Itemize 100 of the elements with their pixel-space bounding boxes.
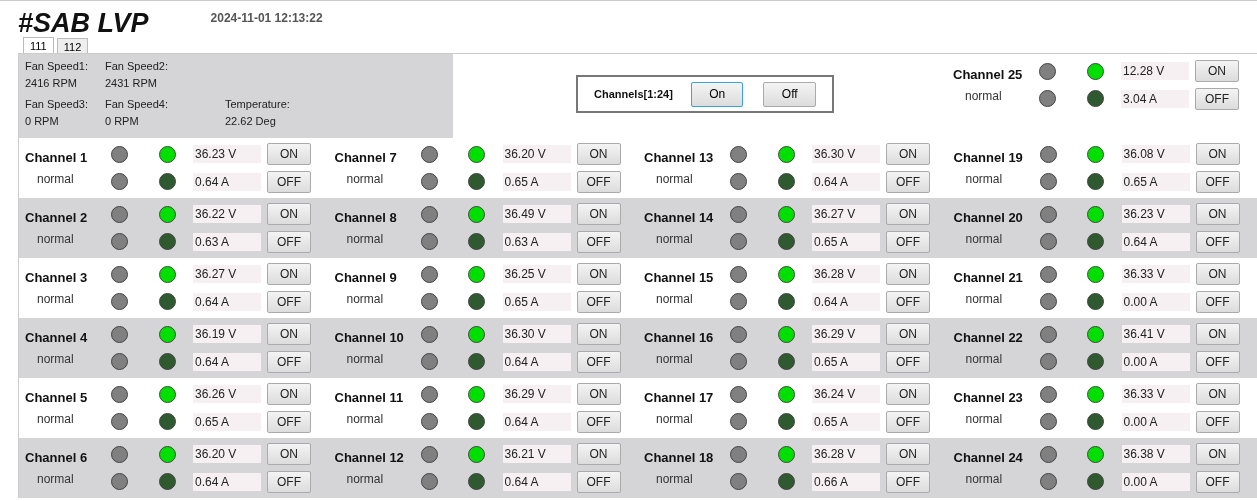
toggle-button[interactable]: ON [1195,60,1239,82]
toggle-button[interactable]: OFF [1195,471,1240,493]
toggle-button[interactable]: OFF [576,231,621,253]
toggle-button[interactable]: ON [576,263,621,285]
voltage-field: 36.26 V [193,385,261,403]
voltage-field: 36.30 V [502,325,571,343]
toggle-button[interactable]: ON [576,443,621,465]
current-field: 0.64 A [1121,233,1190,251]
channel-status: normal [36,171,74,189]
toggle-button[interactable]: OFF [576,171,621,193]
channel-name: Channel 13 [644,148,714,167]
toggle-button[interactable]: OFF [886,351,930,373]
toggle-button[interactable]: ON [886,323,930,345]
off-button[interactable]: Off [763,81,816,107]
tab[interactable]: 111 [23,37,54,53]
current-field: 0.65 A [193,413,261,431]
toggle-button[interactable]: ON [1195,323,1240,345]
voltage-field: 36.41 V [1121,325,1190,343]
toggle-button[interactable]: ON [267,263,311,285]
on-button[interactable]: On [690,81,744,107]
toggle-button[interactable]: OFF [1195,88,1239,110]
sensor-value: 0 RPM [105,113,140,129]
toggle-button[interactable]: ON [886,383,930,405]
toggle-button[interactable]: OFF [1195,411,1240,433]
current-field: 0.00 A [1121,473,1190,491]
toggle-button[interactable]: ON [576,323,621,345]
timestamp: 2024-11-01 12:13:22 [210,10,323,27]
toggle-button[interactable]: ON [886,443,930,465]
channel-status: normal [345,171,384,189]
sensor-value: 2416 RPM [25,75,78,91]
channel-name: Channel 20 [953,208,1023,227]
toggle-button[interactable]: OFF [886,231,930,253]
toggle-button[interactable]: OFF [576,411,621,433]
channel-status: normal [36,471,74,489]
toggle-button[interactable]: ON [267,143,311,165]
voltage-field: 36.25 V [502,265,571,283]
current-field: 0.66 A [812,473,880,491]
channel-status: normal [345,291,384,309]
toggle-button[interactable]: OFF [576,351,621,373]
sensor-value: 0 RPM [25,113,60,129]
page-title: #SAB LVP [18,10,149,37]
current-field: 0.64 A [193,353,261,371]
channel-status: normal [655,291,693,309]
toggle-button[interactable]: OFF [267,231,311,253]
toggle-button[interactable]: OFF [267,471,311,493]
toggle-button[interactable]: ON [1195,443,1240,465]
toggle-button[interactable]: ON [1195,143,1240,165]
toggle-button[interactable]: ON [267,203,311,225]
toggle-button[interactable]: OFF [267,411,311,433]
toggle-button[interactable]: OFF [267,291,311,313]
toggle-button[interactable]: OFF [886,471,930,493]
sensor-value: 2431 RPM [105,75,158,91]
voltage-field: 12.28 V [1121,62,1189,80]
toggle-button[interactable]: ON [886,143,930,165]
toggle-button[interactable]: ON [1195,383,1240,405]
toggle-button[interactable]: OFF [1195,291,1240,313]
toggle-button[interactable]: ON [1195,203,1240,225]
current-field: 0.65 A [502,293,571,311]
toggle-button[interactable]: OFF [1195,351,1240,373]
channel-name: Channel 12 [334,448,404,467]
toggle-button[interactable]: ON [576,143,621,165]
toggle-button[interactable]: ON [886,263,930,285]
voltage-field: 36.08 V [1121,145,1190,163]
channel-status: normal [655,171,693,189]
toggle-button[interactable]: OFF [267,171,311,193]
channel-name: Channel 15 [644,268,714,287]
toggle-button[interactable]: OFF [886,291,930,313]
toggle-button[interactable]: ON [267,323,311,345]
toggle-button[interactable]: OFF [886,411,930,433]
current-field: 0.64 A [502,353,571,371]
current-field: 0.64 A [193,173,261,191]
sensor-label: Fan Speed2: [105,59,169,74]
toggle-button[interactable]: OFF [1195,231,1240,253]
toggle-button[interactable]: OFF [576,291,621,313]
toggle-button[interactable]: OFF [576,471,621,493]
toggle-button[interactable]: ON [886,203,930,225]
toggle-button[interactable]: ON [267,443,311,465]
toggle-button[interactable]: ON [576,203,621,225]
current-field: 0.65 A [812,233,880,251]
channel-name: Channel 22 [953,328,1023,347]
voltage-field: 36.30 V [812,145,880,163]
toggle-button[interactable]: OFF [267,351,311,373]
channel-name: Channel 17 [644,388,714,407]
channel-status: normal [964,411,1003,429]
toggle-button[interactable]: ON [576,383,621,405]
channel-status: normal [345,231,384,249]
toggle-button[interactable]: ON [267,383,311,405]
toggle-button[interactable]: ON [1195,263,1240,285]
channel-name: Channel 21 [953,268,1023,287]
current-field: 0.63 A [193,233,261,251]
current-field: 0.00 A [1121,413,1190,431]
tab[interactable]: 112 [56,38,89,53]
voltage-field: 36.28 V [812,445,880,463]
toggle-button[interactable]: OFF [1195,171,1240,193]
channel-name: Channel 16 [644,328,714,347]
channel-status: normal [964,171,1003,189]
current-field: 0.63 A [502,233,571,251]
toggle-button[interactable]: OFF [886,171,930,193]
channel-status: normal [345,351,384,369]
channel-name: Channel 9 [334,268,397,287]
